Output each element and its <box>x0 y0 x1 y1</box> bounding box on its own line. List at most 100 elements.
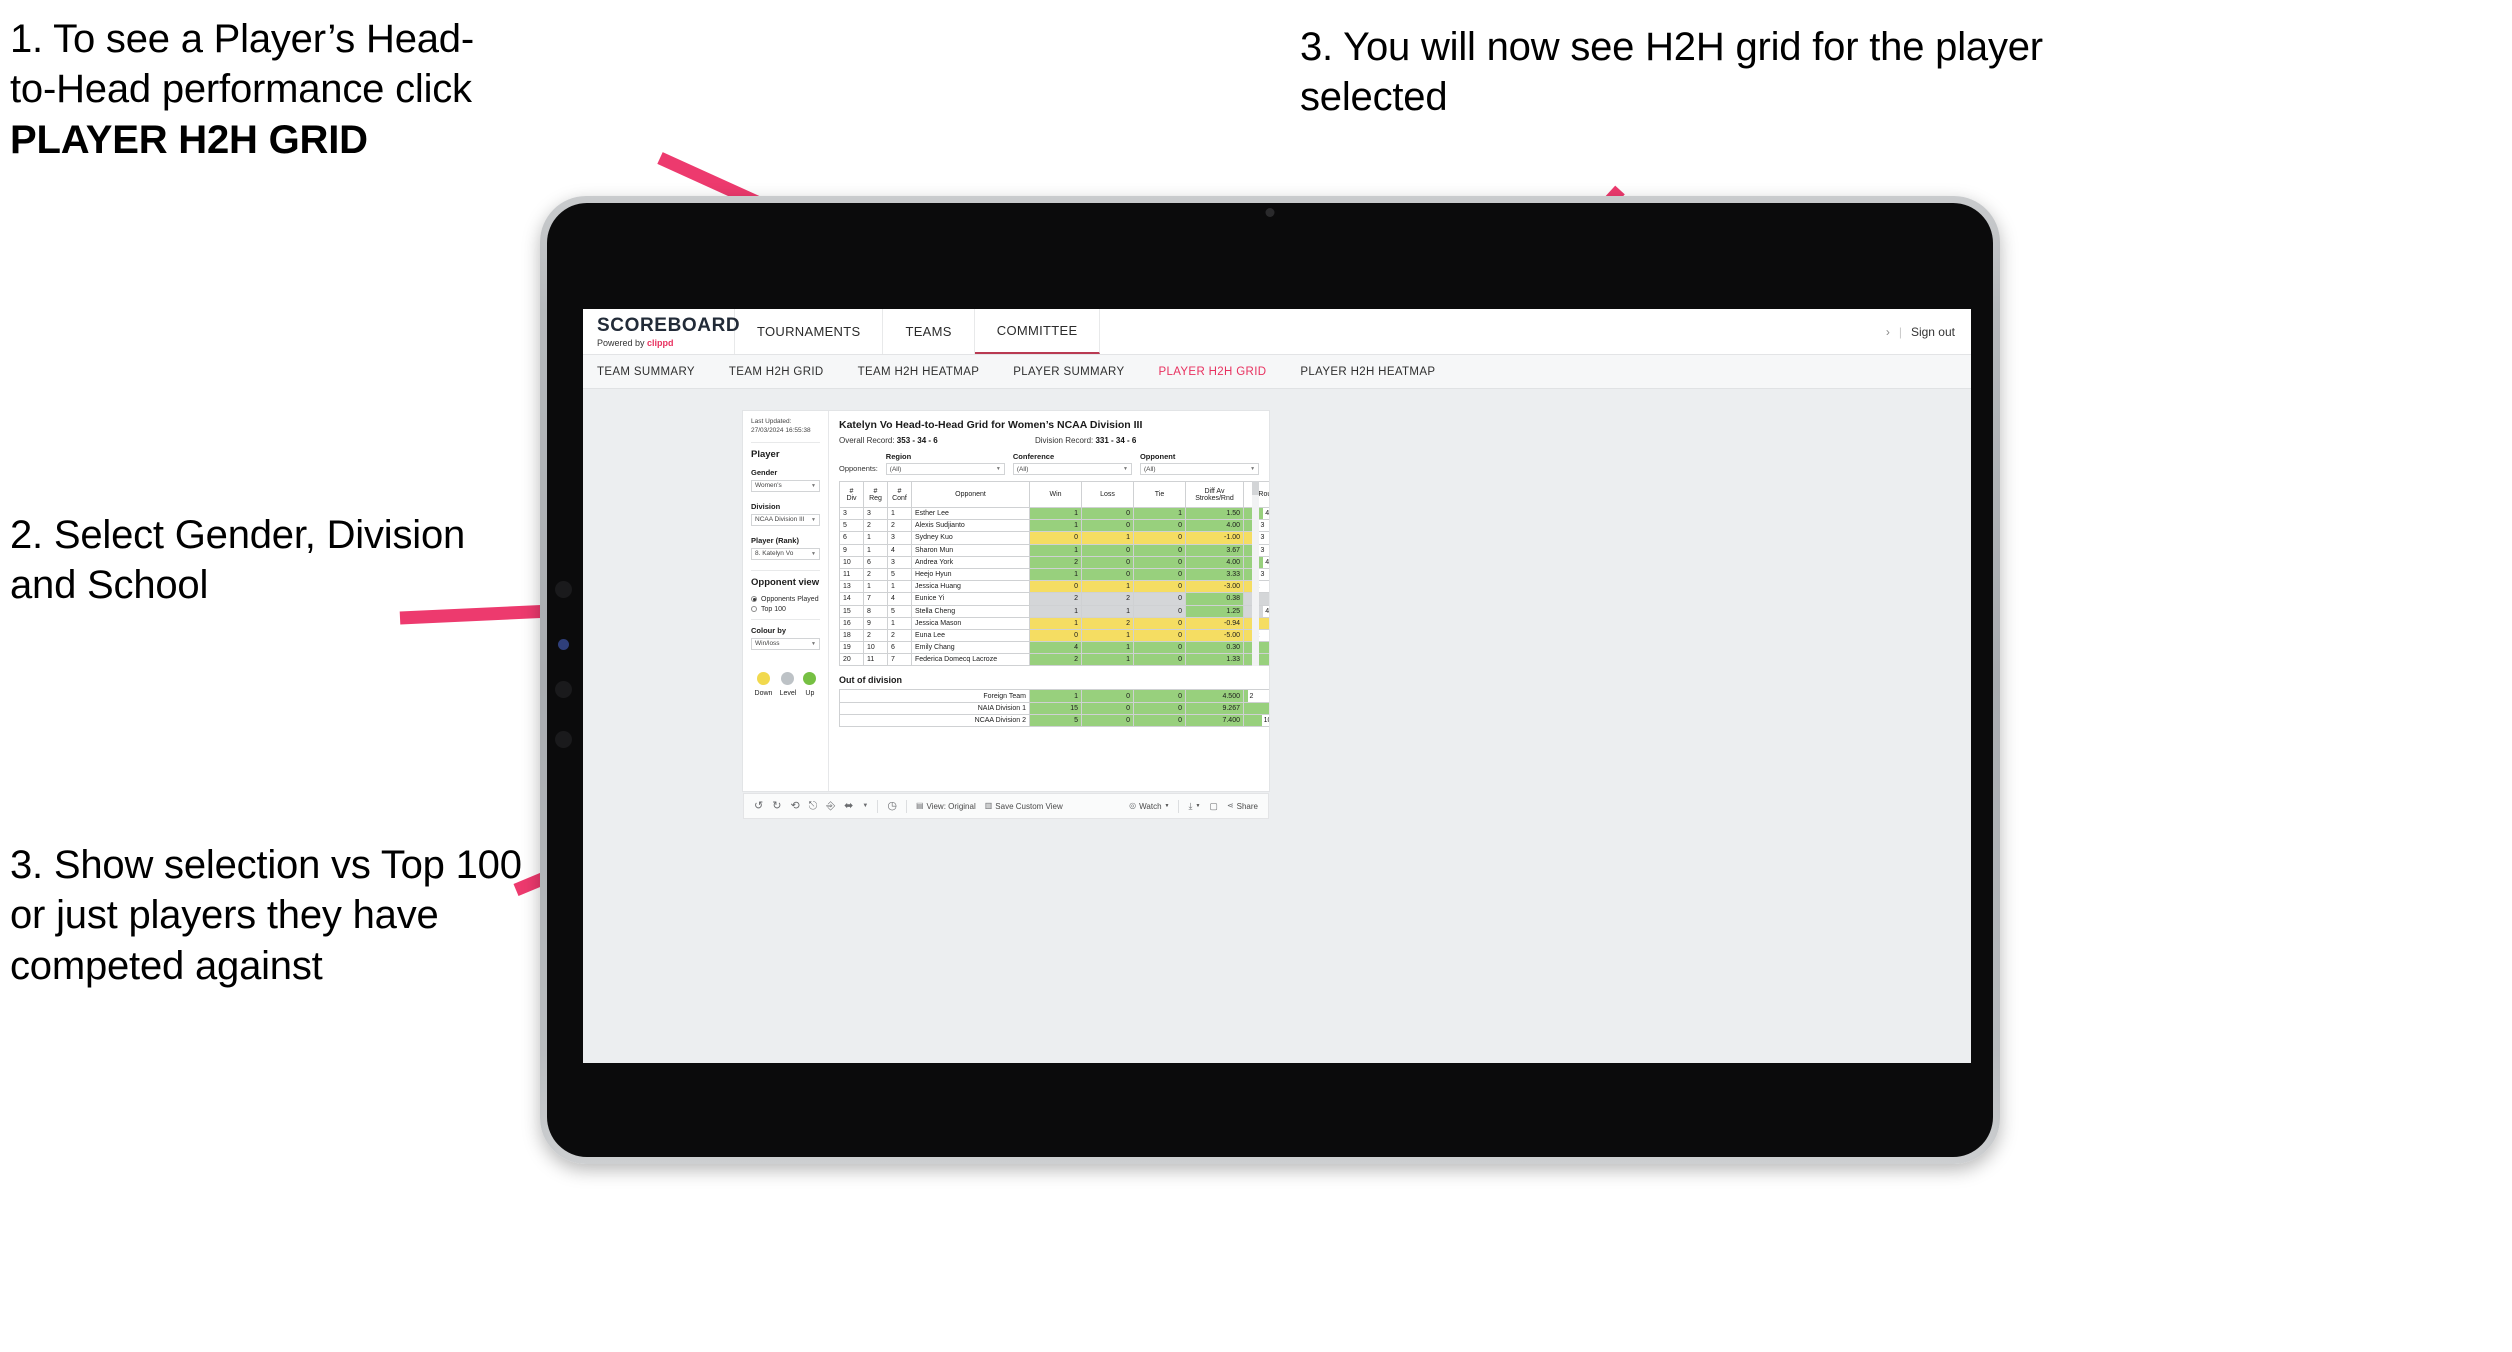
cell-diff: 0.30 <box>1185 641 1244 655</box>
overall-record-value: 353 - 34 - 6 <box>896 436 938 445</box>
tab-player-summary[interactable]: PLAYER SUMMARY <box>996 366 1141 378</box>
device-layout-icon[interactable]: ▢ <box>1209 801 1218 811</box>
watch-button[interactable]: ◎ Watch ▼ <box>1129 802 1169 811</box>
region-select[interactable]: (All) ▼ <box>885 463 1005 475</box>
pause-icon[interactable]: ⎆ <box>826 800 835 812</box>
tab-player-h2h-grid[interactable]: PLAYER H2H GRID <box>1141 366 1283 378</box>
region-value: (All) <box>889 465 902 473</box>
table-row[interactable]: 19106Emily Chang4100.3011 <box>839 641 1269 655</box>
nav-committee[interactable]: COMMITTEE <box>974 309 1101 354</box>
cell-loss: 0 <box>1081 506 1134 521</box>
cell-div: 6 <box>839 531 864 545</box>
table-row[interactable]: NAIA Division 115009.26730 <box>839 701 1269 715</box>
view-icon: ▤ <box>915 801 924 810</box>
share-button[interactable]: ⋖ Share <box>1227 802 1258 811</box>
annotation-step-2: 2. Select Gender, Division and School <box>10 513 466 608</box>
undo-icon[interactable]: ↺ <box>754 800 763 812</box>
cell-div: 19 <box>839 641 864 655</box>
radio-opponents-played[interactable]: Opponents Played <box>751 596 820 603</box>
cell-conf: 4 <box>887 543 912 557</box>
colour-by-select[interactable]: Win/loss ▼ <box>751 637 820 650</box>
nav-tournaments[interactable]: TOURNAMENTS <box>735 309 884 354</box>
edge-dot-3 <box>555 731 572 748</box>
view-original-label: View: Original <box>926 801 976 811</box>
cell-tie: 0 <box>1133 543 1186 557</box>
chevron-down-icon: ▼ <box>1195 803 1201 809</box>
cell-div: 3 <box>839 506 864 521</box>
sign-out-link[interactable]: Sign out <box>1911 325 1955 339</box>
cell-group-name: Foreign Team <box>839 689 1030 703</box>
save-custom-view-button[interactable]: ▥ Save Custom View <box>985 802 1063 811</box>
table-row[interactable]: 15 8 5 Stella Cheng 1 1 0 1.25 4 <box>839 604 1269 618</box>
tab-team-h2h-heatmap[interactable]: TEAM H2H HEATMAP <box>841 366 997 378</box>
sidebar-divider-3 <box>751 618 820 620</box>
table-scrollbar[interactable] <box>1252 481 1259 667</box>
edge-dot-indicator <box>558 639 569 650</box>
table-row[interactable]: 3 3 1 Esther Lee 1 0 1 1.50 4 <box>839 506 1269 521</box>
cell-opponent: Andrea York <box>911 555 1030 569</box>
download-button[interactable]: ⤓ ▼ <box>1188 801 1201 811</box>
cell-tie: 0 <box>1133 567 1186 582</box>
division-select[interactable]: NCAA Division III ▼ <box>751 513 820 526</box>
opponent-select[interactable]: (All) ▼ <box>1139 463 1260 475</box>
cell-conf: 3 <box>887 555 912 569</box>
table-row[interactable]: 5 2 2 Alexis Sudjianto 1 0 0 4.00 3 <box>839 519 1269 533</box>
view-original-button[interactable]: ▤ View: Original <box>916 802 976 811</box>
cell-conf: 2 <box>887 519 912 533</box>
table-row[interactable]: 11 2 5 Heejo Hyun 1 0 0 3.33 3 <box>839 567 1269 582</box>
tab-team-h2h-grid[interactable]: TEAM H2H GRID <box>712 366 841 378</box>
col-div: # Div <box>839 481 864 508</box>
cell-rounds: 30 <box>1243 701 1269 715</box>
clock-icon[interactable]: ◷ <box>887 800 897 812</box>
dropdown-icon[interactable]: ▼ <box>862 803 868 809</box>
table-row[interactable]: 20117Federica Domecq Lacroze2101.336 <box>839 653 1269 667</box>
table-row[interactable]: Foreign Team 1 0 0 4.500 2 <box>839 689 1269 703</box>
swap-icon[interactable]: ⬌ <box>844 800 853 812</box>
cell-reg: 1 <box>863 531 888 545</box>
table-row[interactable]: 1691Jessica Mason120-0.947 <box>839 616 1269 630</box>
tab-player-h2h-heatmap[interactable]: PLAYER H2H HEATMAP <box>1283 366 1452 378</box>
player-rank-select[interactable]: 8. Katelyn Vo ▼ <box>751 547 820 560</box>
conference-filter: Conference (All) ▼ <box>1012 452 1132 475</box>
revert-icon[interactable]: ⟲ <box>790 800 799 812</box>
annotation-step-1-bold: PLAYER H2H GRID <box>10 117 368 162</box>
cell-div: 13 <box>839 580 864 594</box>
cell-win: 1 <box>1029 567 1082 582</box>
col-diff: Diff Av Strokes/Rnd <box>1185 481 1244 508</box>
table-row[interactable]: 9 1 4 Sharon Mun 1 0 0 3.67 3 <box>839 543 1269 557</box>
refresh-icon[interactable]: ⎋ <box>809 800 818 812</box>
cell-win: 2 <box>1029 592 1082 606</box>
toolbar-divider-3 <box>1178 799 1180 813</box>
cell-reg: 8 <box>863 604 888 618</box>
conference-select[interactable]: (All) ▼ <box>1012 463 1132 475</box>
annotation-step-1-line1: 1. To see a Player’s Head- <box>10 17 474 61</box>
cell-win: 2 <box>1029 555 1082 569</box>
cell-div: 16 <box>839 616 864 630</box>
player-rank-value: 8. Katelyn Vo <box>755 550 794 558</box>
region-filter: Region (All) ▼ <box>885 452 1005 475</box>
table-row[interactable]: 6 1 3 Sydney Kuo 0 1 0 -1.00 3 <box>839 531 1269 545</box>
rounds-value: 3 <box>1260 571 1265 579</box>
cell-reg: 1 <box>863 580 888 594</box>
cell-conf: 7 <box>887 653 912 667</box>
cell-conf: 3 <box>887 531 912 545</box>
table-scrollbar-thumb[interactable] <box>1252 481 1259 495</box>
table-row[interactable]: 10 6 3 Andrea York 2 0 0 4.00 4 <box>839 555 1269 569</box>
nav-teams[interactable]: TEAMS <box>883 309 975 354</box>
chevron-right-icon[interactable]: › <box>1886 325 1890 339</box>
legend-swatch-icon <box>803 671 817 685</box>
cell-reg: 10 <box>863 641 888 655</box>
table-row[interactable]: NCAA Division 25007.40010 <box>839 713 1269 728</box>
cell-div: 14 <box>839 592 864 606</box>
table-row[interactable]: 1311Jessica Huang010-3.002 <box>839 580 1269 594</box>
table-row[interactable]: 1822Euna Lee010-5.002 <box>839 628 1269 643</box>
cell-loss: 0 <box>1081 701 1134 715</box>
redo-icon[interactable]: ↻ <box>772 800 781 812</box>
radio-top-100[interactable]: Top 100 <box>751 606 820 613</box>
gender-select[interactable]: Women's ▼ <box>751 479 820 492</box>
cell-loss: 0 <box>1081 555 1134 569</box>
h2h-table: # Div # Reg # Conf Opponent Win Loss Tie Di… <box>839 481 1269 667</box>
cell-win: 0 <box>1029 531 1082 545</box>
table-row[interactable]: 1474Eunice Yi2200.389 <box>839 592 1269 606</box>
tab-team-summary[interactable]: TEAM SUMMARY <box>597 366 712 378</box>
